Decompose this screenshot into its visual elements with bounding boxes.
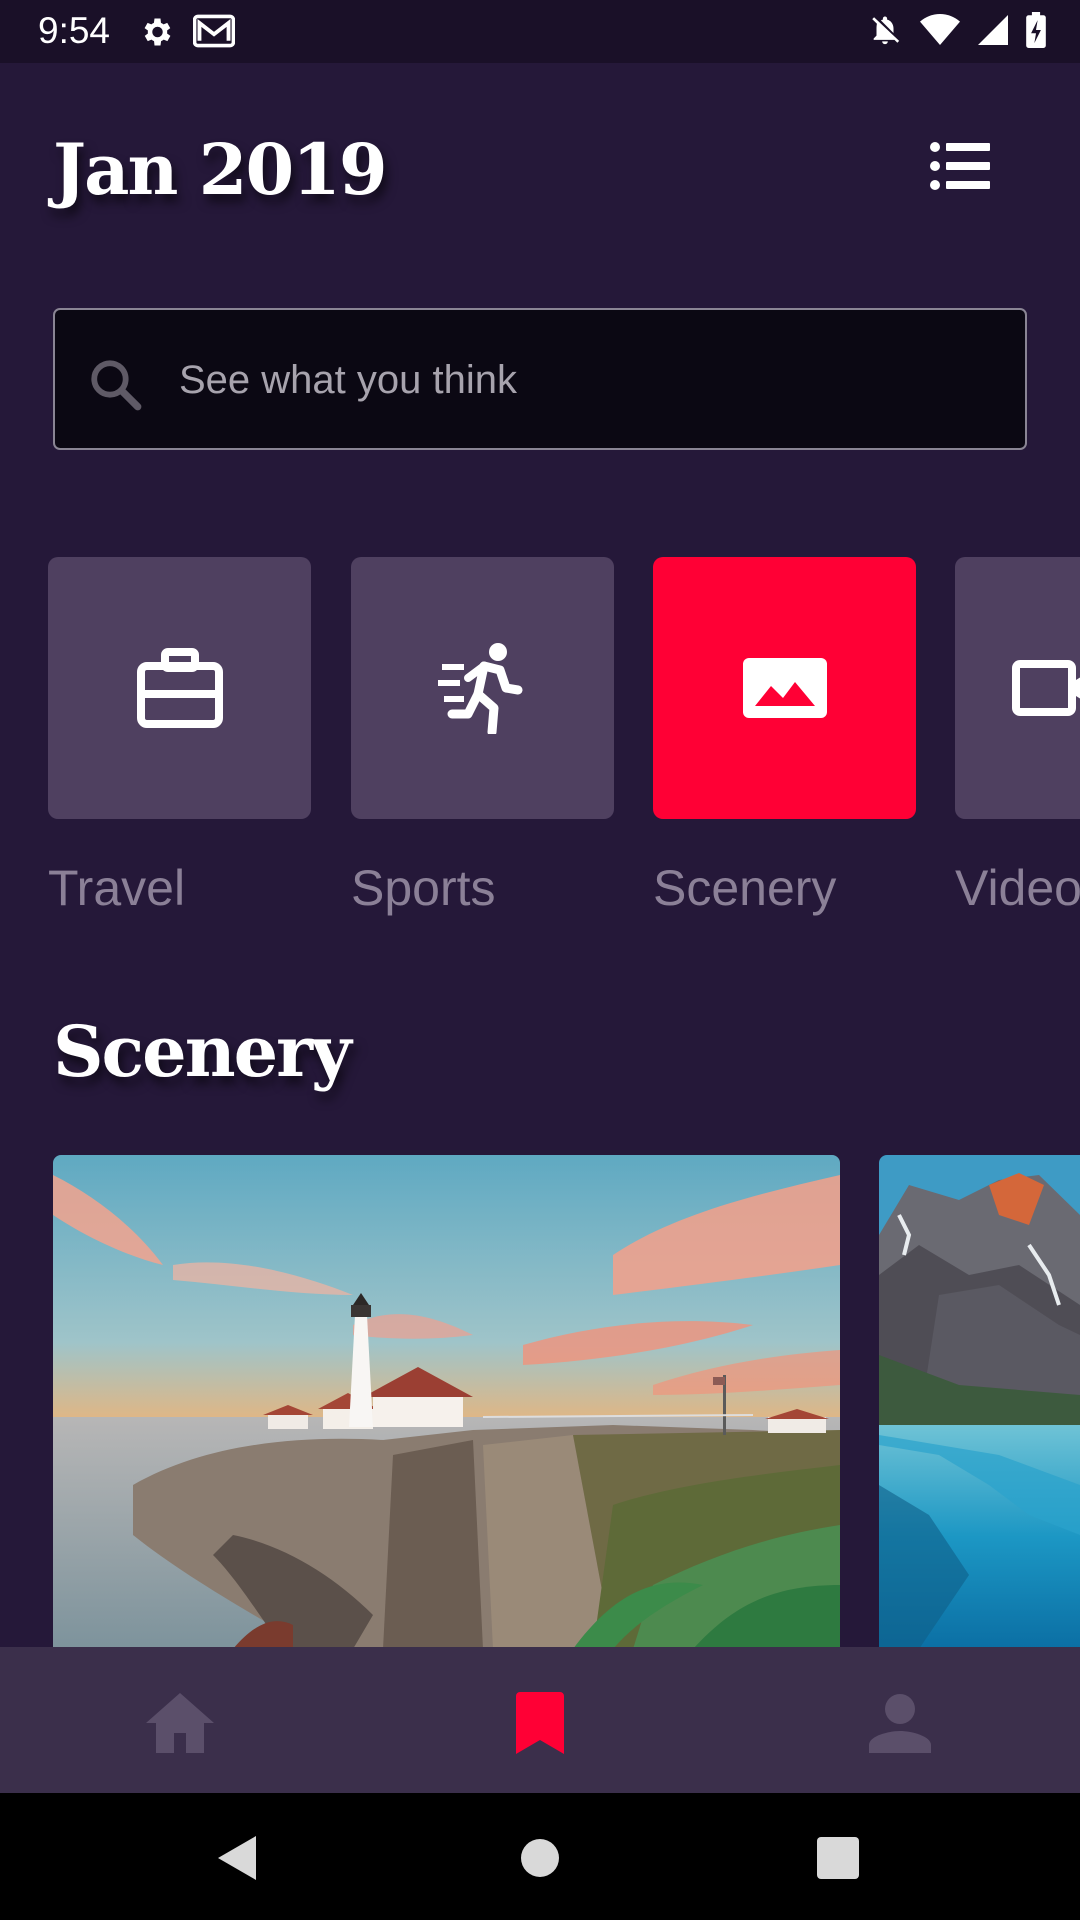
home-button[interactable] [505, 1823, 575, 1893]
list-menu-icon [930, 142, 990, 190]
bottom-navigation [0, 1647, 1080, 1793]
home-icon [146, 1693, 214, 1753]
nav-home[interactable] [140, 1683, 220, 1763]
person-icon [869, 1694, 931, 1753]
category-sports[interactable]: Sports [351, 557, 614, 917]
notifications-off-icon [868, 12, 902, 53]
category-label: Sports [351, 860, 496, 916]
running-icon [437, 643, 522, 734]
lighthouse-image [53, 1155, 840, 1649]
search-input[interactable] [179, 354, 979, 406]
scenery-card[interactable] [879, 1155, 1080, 1649]
category-label: Video [955, 860, 1080, 916]
mail-icon [192, 14, 236, 53]
status-time: 9:54 [38, 10, 111, 51]
video-icon [1011, 660, 1080, 716]
category-travel[interactable]: Travel [48, 557, 311, 917]
nav-bookmarks[interactable] [500, 1683, 580, 1763]
battery-charging-icon [1026, 12, 1046, 53]
category-video[interactable]: Video [955, 557, 1080, 917]
category-tile[interactable] [48, 557, 311, 819]
briefcase-icon [136, 648, 223, 728]
status-bar: 9:54 [0, 0, 1080, 63]
category-tile[interactable] [955, 557, 1080, 819]
section-title: Scenery [53, 1010, 352, 1093]
signal-icon [978, 14, 1008, 51]
wifi-icon [920, 14, 960, 51]
recents-icon [817, 1837, 859, 1879]
gear-icon [138, 14, 174, 55]
home-circle-icon [521, 1839, 559, 1877]
system-navigation-bar [0, 1793, 1080, 1920]
image-icon [742, 658, 827, 718]
scenery-card[interactable] [53, 1155, 840, 1649]
nav-profile[interactable] [860, 1683, 940, 1763]
back-button[interactable] [203, 1823, 273, 1893]
search-icon [87, 356, 145, 419]
category-list: Travel Sports Scenery Video [0, 557, 1080, 937]
recents-button[interactable] [803, 1823, 873, 1893]
list-menu-button[interactable] [930, 140, 992, 192]
category-label: Scenery [653, 860, 837, 916]
bookmark-icon [516, 1692, 564, 1754]
category-tile[interactable] [351, 557, 614, 819]
back-icon [218, 1836, 256, 1880]
mountain-lake-image [879, 1155, 1080, 1649]
category-label: Travel [48, 860, 186, 916]
category-scenery[interactable]: Scenery [653, 557, 916, 917]
category-tile[interactable] [653, 557, 916, 819]
search-bar[interactable] [53, 308, 1027, 450]
page-title: Jan 2019 [53, 128, 388, 211]
